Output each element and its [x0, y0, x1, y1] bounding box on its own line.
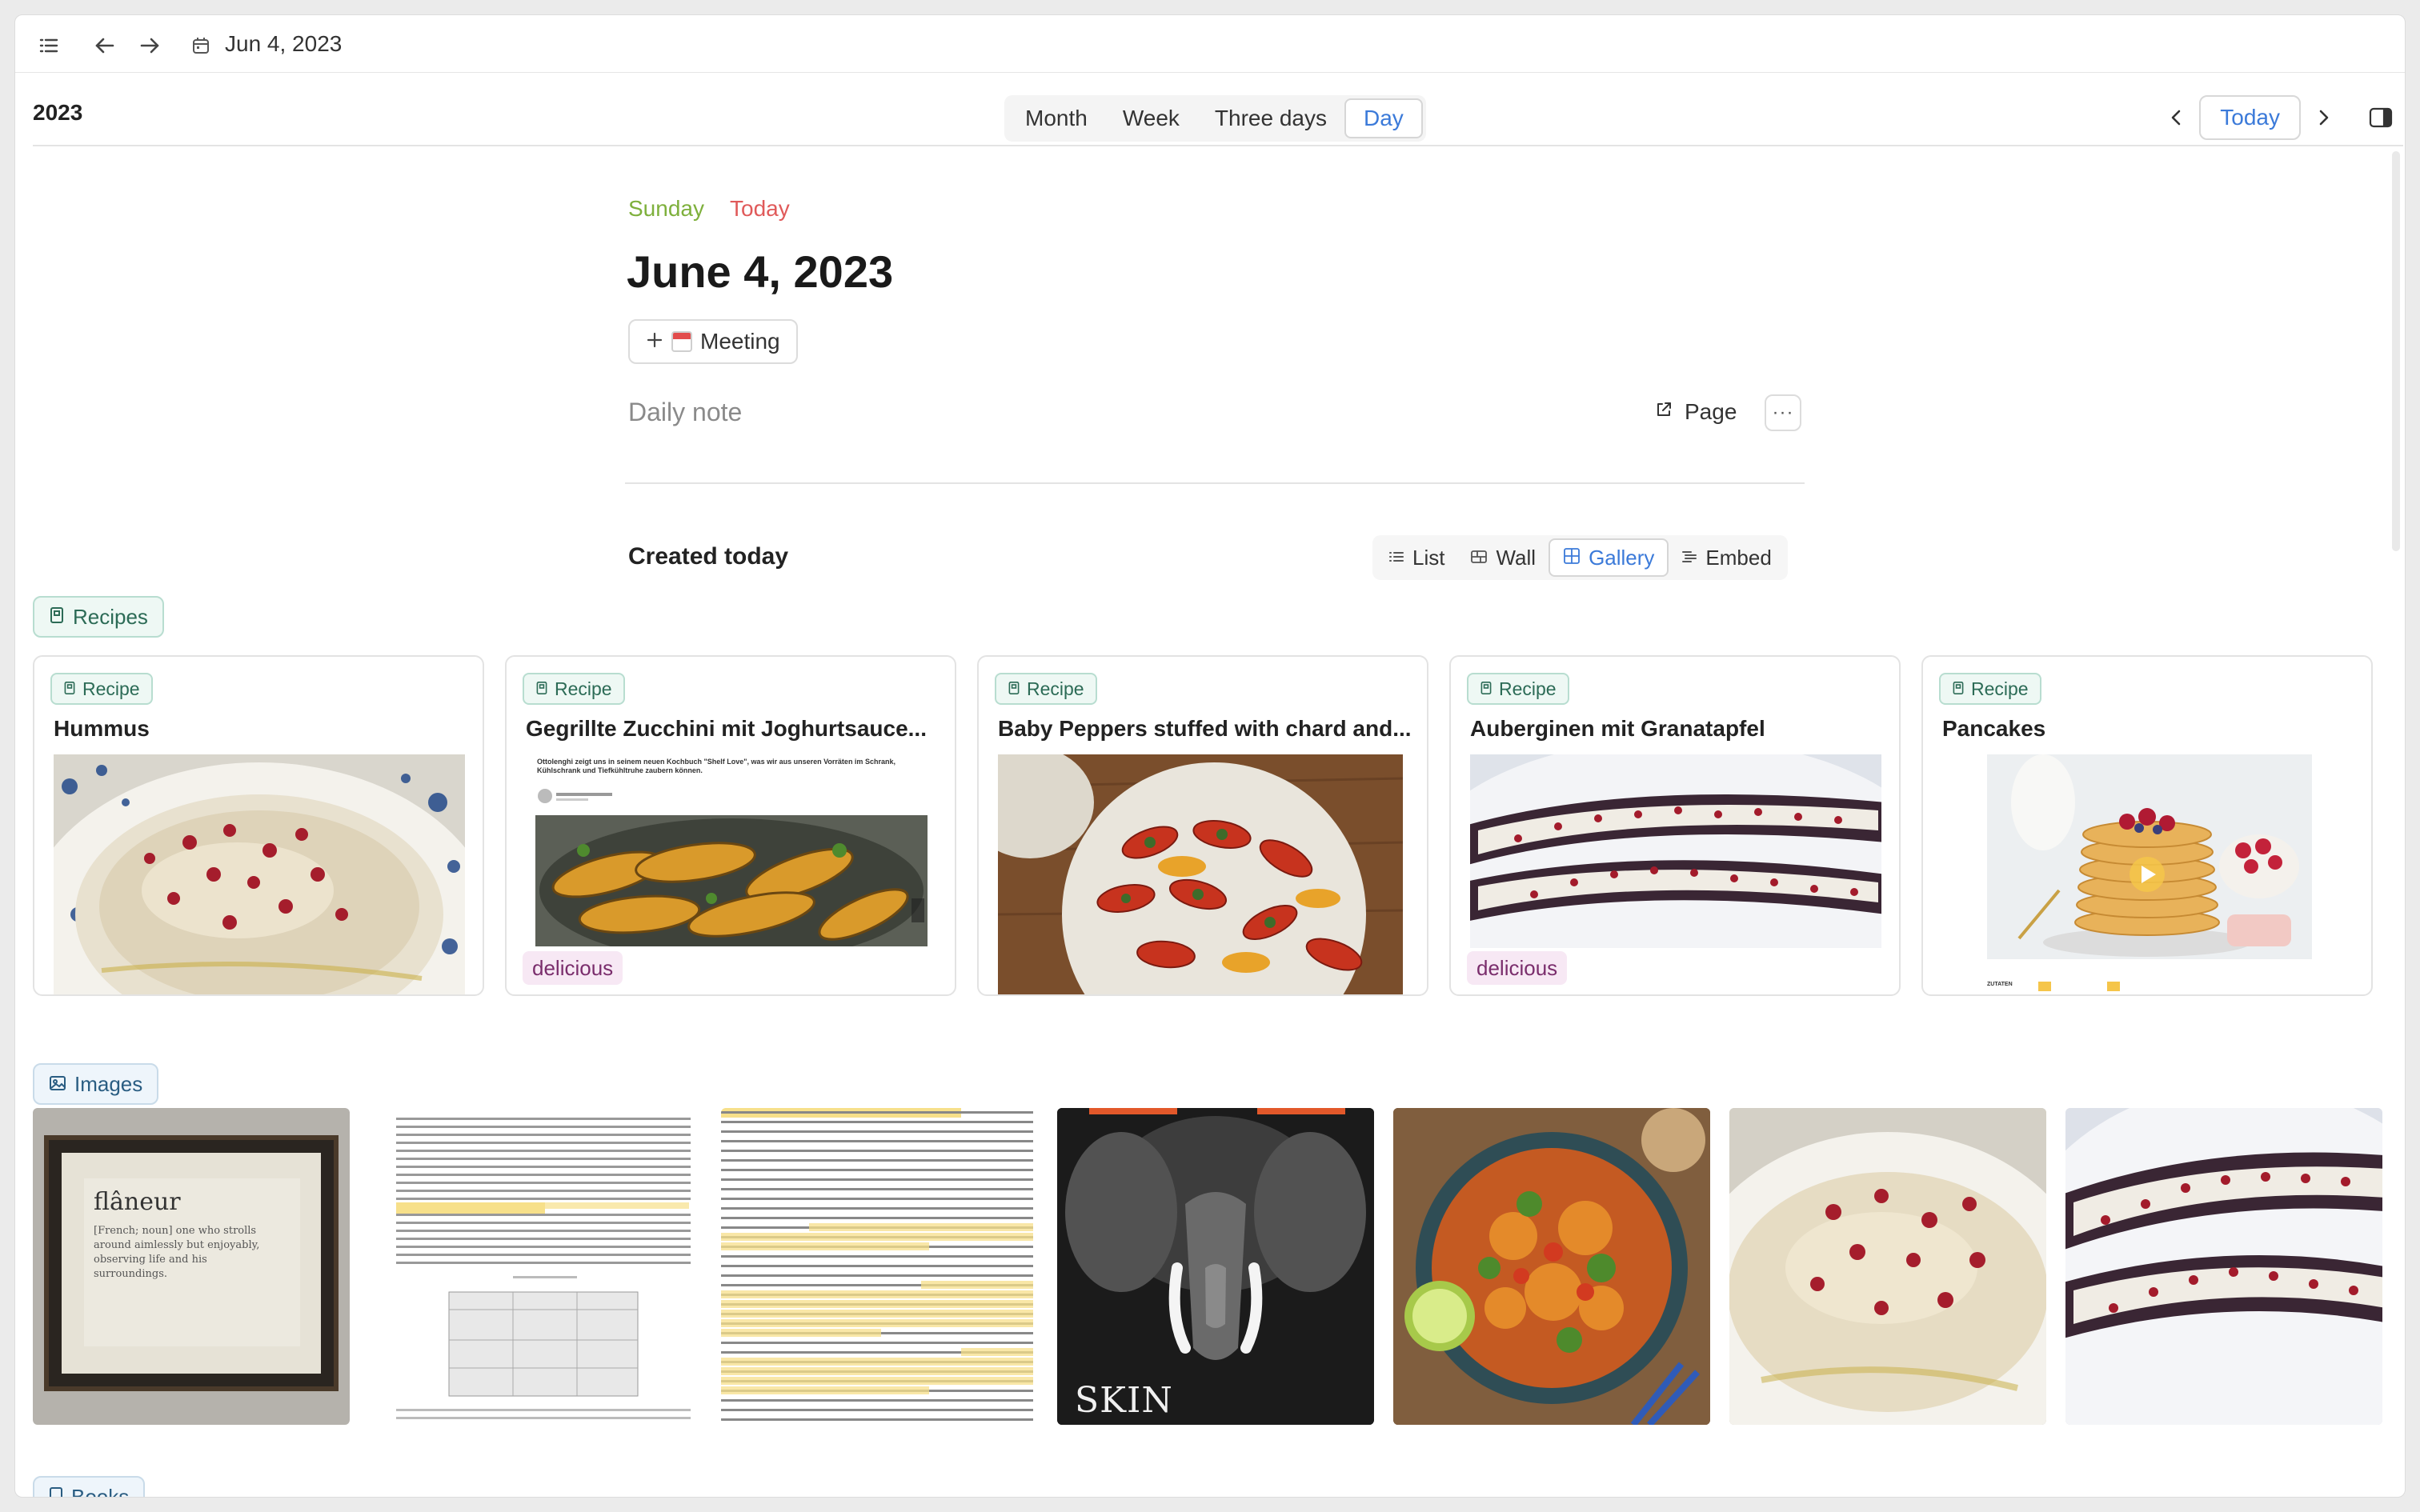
book-icon: [49, 1485, 63, 1497]
hummus-image: [54, 754, 465, 994]
calendar-icon: [186, 31, 215, 60]
recipe-title: Baby Peppers stuffed with chard and...: [998, 716, 1412, 741]
meeting-label: Meeting: [700, 329, 780, 354]
tag-chip[interactable]: delicious: [1467, 951, 1568, 985]
open-page-button[interactable]: Page: [1654, 394, 1737, 430]
zucchini-image: Ottolenghi zeigt uns in seinem neuen Koc…: [535, 754, 928, 948]
today-button[interactable]: Today: [2199, 95, 2301, 140]
print: flâneur [French; noun] one who strolls a…: [84, 1178, 300, 1346]
view-week[interactable]: Week: [1105, 98, 1197, 138]
chevron-left-icon[interactable]: [2154, 95, 2199, 140]
recipes-tag[interactable]: Recipes: [33, 596, 164, 638]
view-switcher: Month Week Three days Day: [1004, 95, 1426, 142]
recipe-icon: [535, 678, 548, 700]
today-tag: Today: [730, 196, 790, 221]
layout-embed[interactable]: Embed: [1669, 538, 1784, 577]
recipe-title: Pancakes: [1942, 716, 2046, 741]
gallery-icon: [1563, 546, 1581, 570]
image-icon: [49, 1072, 66, 1097]
tag-chip[interactable]: delicious: [523, 951, 623, 985]
app-window: Jun 4, 2023 2023 Month Week Three days D…: [14, 14, 2406, 1498]
recipe-type-tag: Recipe: [50, 673, 153, 705]
created-today-heading: Created today: [628, 543, 789, 570]
recipe-type-tag: Recipe: [1467, 673, 1569, 705]
view-three-days[interactable]: Three days: [1197, 98, 1344, 138]
page-label: Page: [1685, 399, 1737, 424]
view-month[interactable]: Month: [1008, 98, 1105, 138]
books-tag[interactable]: Books: [33, 1476, 146, 1497]
recipe-icon: [1952, 678, 1965, 700]
chevron-right-icon[interactable]: [2301, 95, 2346, 140]
recipe-title: Gegrillte Zucchini mit Joghurtsauce...: [526, 716, 927, 741]
recipe-card[interactable]: Recipe Hummus: [33, 655, 484, 996]
recipe-card[interactable]: Recipe Auberginen mit Granatapfel delici…: [1449, 655, 1901, 996]
print-title: flâneur: [94, 1188, 181, 1216]
plus-icon: [646, 329, 663, 354]
page-title: June 4, 2023: [627, 246, 894, 297]
print-definition: [French; noun] one who strolls around ai…: [94, 1225, 260, 1280]
top-bar: Jun 4, 2023: [15, 15, 2405, 73]
poster-title: SKIN: [1075, 1380, 1173, 1421]
recipe-card[interactable]: Recipe Baby Peppers stuffed with chard a…: [977, 655, 1428, 996]
image-thumb[interactable]: SKIN: [1057, 1108, 1374, 1425]
image-thumb[interactable]: [385, 1108, 702, 1425]
arrow-right-icon[interactable]: [135, 31, 164, 60]
pancakes-image: ZUTATEN: [1987, 754, 2312, 994]
more-options-button[interactable]: ···: [1765, 394, 1801, 431]
image-thumb[interactable]: [721, 1108, 1038, 1425]
recipe-icon: [49, 605, 65, 630]
layout-switcher: List Wall Gallery Embed: [1372, 535, 1788, 580]
images-tag[interactable]: Images: [33, 1063, 159, 1105]
recipe-card[interactable]: Recipe Gegrillte Zucchini mit Joghurtsau…: [505, 655, 956, 996]
year-label: 2023: [33, 100, 83, 125]
image-thumb[interactable]: flâneur [French; noun] one who strolls a…: [33, 1108, 350, 1425]
calendar-emoji-icon: [671, 331, 692, 352]
recipe-card[interactable]: Recipe Pancakes ZUTATEN: [1921, 655, 2373, 996]
image-thumb[interactable]: [1393, 1108, 1710, 1425]
layout-list[interactable]: List: [1376, 538, 1457, 577]
decor: [2107, 982, 2120, 991]
wall-icon: [1470, 546, 1488, 570]
weekday-label: Sunday: [628, 196, 704, 221]
recipe-icon: [63, 678, 76, 700]
image-thumb[interactable]: [2065, 1108, 2382, 1425]
recipe-icon: [1008, 678, 1020, 700]
embed-icon: [1681, 546, 1697, 570]
recipe-type-tag: Recipe: [1939, 673, 2041, 705]
recipe-title: Hummus: [54, 716, 150, 741]
recipe-type-tag: Recipe: [995, 673, 1097, 705]
divider: [625, 482, 1805, 484]
current-date[interactable]: Jun 4, 2023: [225, 30, 342, 58]
arrow-left-icon[interactable]: [90, 31, 119, 60]
aubergine-image: [1470, 754, 1881, 948]
list-icon[interactable]: [34, 31, 63, 60]
layout-gallery[interactable]: Gallery: [1549, 538, 1669, 577]
sidebar-toggle-icon[interactable]: [2358, 95, 2403, 140]
layout-wall[interactable]: Wall: [1457, 538, 1549, 577]
list-icon: [1388, 546, 1404, 570]
calendar-header: 2023 Month Week Three days Day Today: [33, 73, 2403, 146]
daily-note-placeholder[interactable]: Daily note: [628, 398, 742, 427]
image-caption: ZUTATEN: [1987, 982, 2013, 987]
image-caption: Ottolenghi zeigt uns in seinem neuen Koc…: [537, 758, 895, 774]
image-thumb[interactable]: [1729, 1108, 2046, 1425]
scrollbar[interactable]: [2392, 151, 2400, 551]
external-link-icon: [1654, 399, 1673, 425]
recipe-icon: [1480, 678, 1492, 700]
peppers-image: [998, 754, 1403, 994]
add-meeting-button[interactable]: Meeting: [628, 319, 798, 364]
recipe-title: Auberginen mit Granatapfel: [1470, 716, 1765, 741]
date-navigation: Today: [2154, 94, 2403, 142]
recipe-type-tag: Recipe: [523, 673, 625, 705]
decor: [2038, 982, 2051, 991]
view-day[interactable]: Day: [1344, 98, 1423, 138]
